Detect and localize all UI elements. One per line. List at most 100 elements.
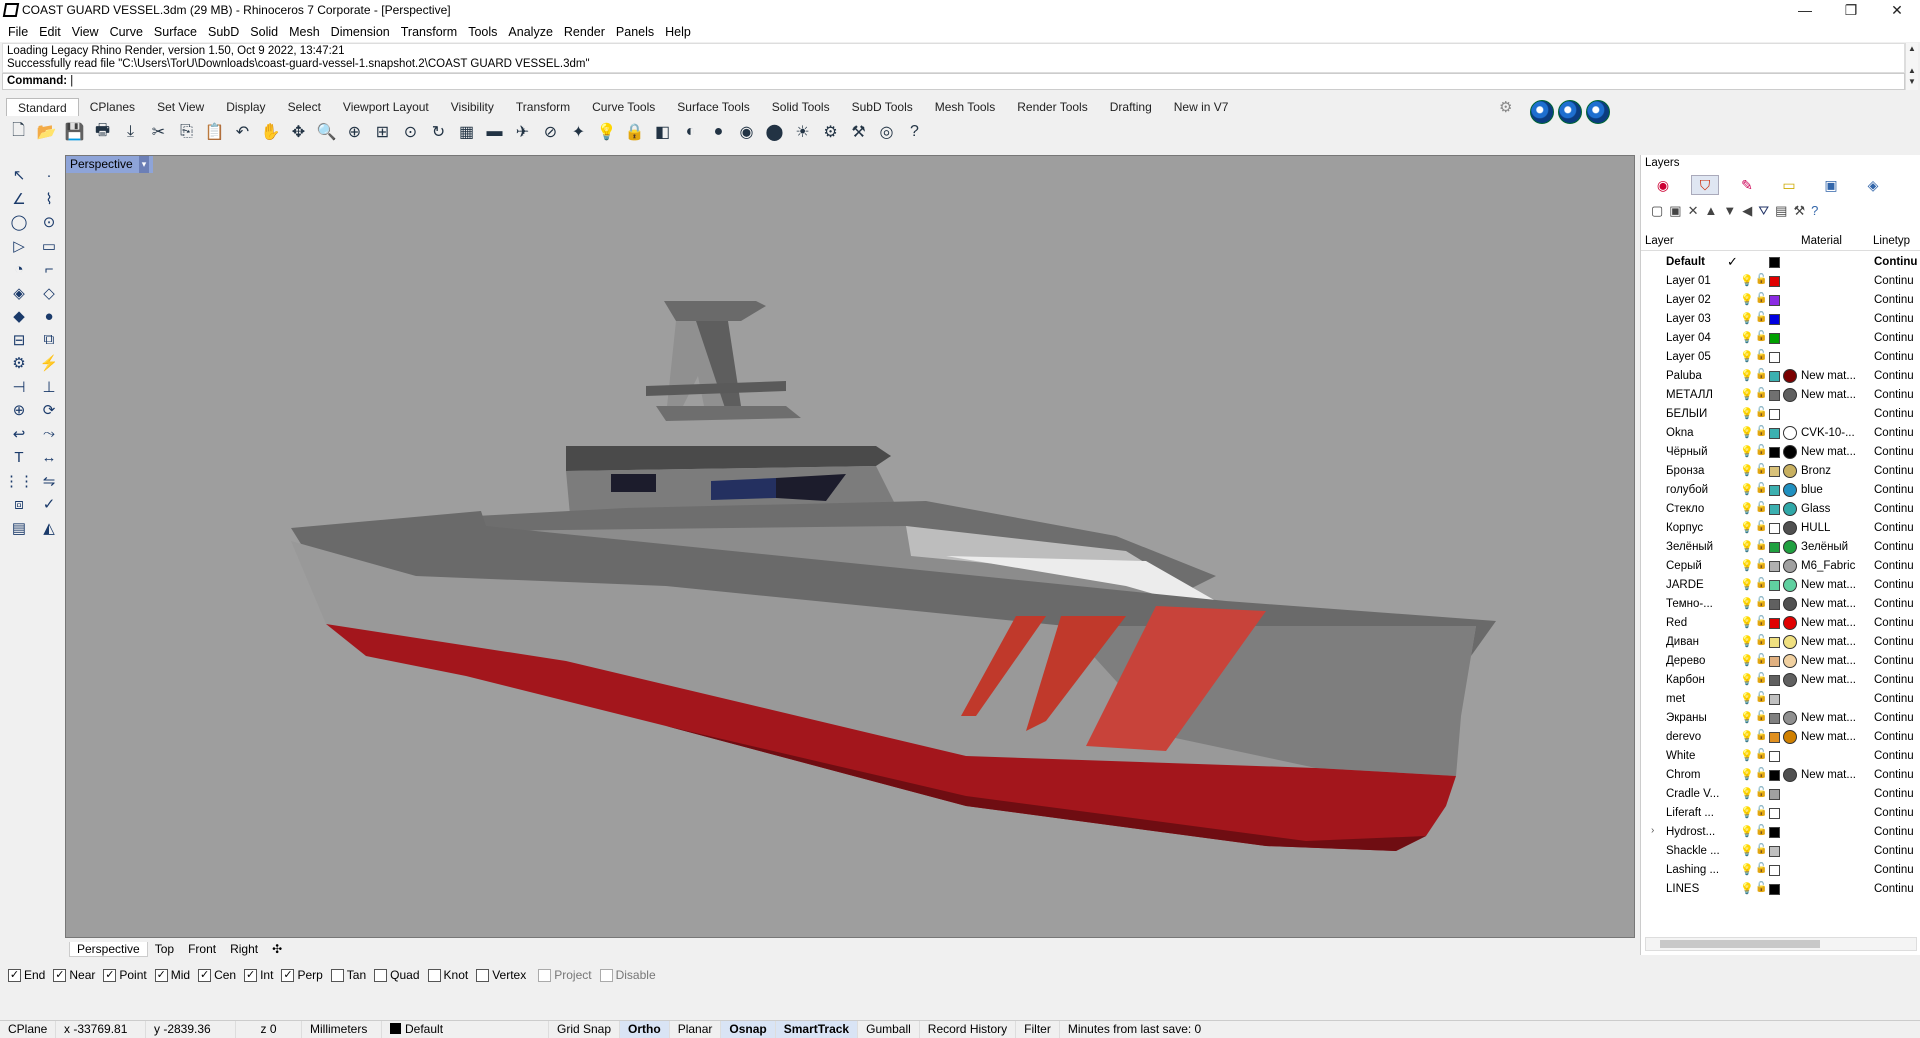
explode-icon[interactable]: ⚡ — [36, 350, 62, 376]
layer-material[interactable]: blue — [1801, 484, 1857, 496]
zoom-icon[interactable]: 🔍 — [314, 120, 339, 145]
layer-color-swatch[interactable] — [1769, 599, 1780, 610]
command-prompt[interactable]: Command: | — [2, 73, 1905, 90]
lock-icon[interactable]: 🔓 — [1755, 274, 1767, 285]
lock-icon[interactable]: 🔓 — [1755, 863, 1767, 874]
select-arrow-icon[interactable]: ↖ — [6, 162, 32, 188]
units[interactable]: Millimeters — [302, 1020, 382, 1038]
visible-bulb-icon[interactable]: 💡 — [1740, 616, 1754, 629]
viewport-tab-front[interactable]: Front — [181, 942, 223, 956]
lock-icon[interactable]: 🔓 — [1755, 768, 1767, 779]
layer-color-swatch[interactable] — [1769, 523, 1780, 534]
boolean-icon[interactable]: ⚙ — [6, 350, 32, 376]
render-settings-icon[interactable] — [1586, 100, 1610, 124]
visible-bulb-icon[interactable]: 💡 — [1740, 882, 1754, 895]
blend-icon[interactable]: ⤳ — [36, 421, 62, 447]
expand-icon[interactable]: › — [1651, 825, 1654, 836]
layer-row[interactable]: МЕТАЛЛ 💡 🔓 New mat... Continu — [1641, 386, 1920, 405]
tab-visibility[interactable]: Visibility — [440, 98, 505, 116]
layer-row[interactable]: Lashing ... 💡 🔓 Continu — [1641, 861, 1920, 880]
layer-color-swatch[interactable] — [1769, 428, 1780, 439]
layer-row[interactable]: Red 💡 🔓 New mat... Continu — [1641, 614, 1920, 633]
color-wheel-icon[interactable]: ◐ — [678, 120, 703, 145]
layer-linetype[interactable]: Continu — [1874, 332, 1920, 344]
layer-linetype[interactable]: Continu — [1874, 579, 1920, 591]
maximize-button[interactable]: ❐ — [1828, 0, 1874, 22]
visible-bulb-icon[interactable]: 💡 — [1740, 692, 1754, 705]
filter-toggle[interactable]: Filter — [1016, 1020, 1060, 1038]
visible-bulb-icon[interactable]: 💡 — [1740, 540, 1754, 553]
layer-linetype[interactable]: Continu — [1874, 864, 1920, 876]
layer-material[interactable]: Зелёный — [1801, 541, 1857, 553]
layer-state-icon[interactable]: ▤ — [1775, 203, 1787, 219]
layer-linetype[interactable]: Continu — [1874, 750, 1920, 762]
tab-drafting[interactable]: Drafting — [1099, 98, 1163, 116]
osnap-knot[interactable]: Knot — [427, 968, 468, 982]
box-icon[interactable]: ◆ — [6, 303, 32, 329]
display-tab-icon[interactable]: ✎ — [1733, 175, 1761, 195]
patch-icon[interactable]: ◇ — [36, 280, 62, 306]
layer-color-swatch[interactable] — [1769, 789, 1780, 800]
layer-row[interactable]: Зелёный 💡 🔓 Зелёный Continu — [1641, 538, 1920, 557]
osnap-checkbox[interactable] — [538, 968, 552, 982]
layer-color-swatch[interactable] — [1769, 504, 1780, 515]
layer-linetype[interactable]: Continu — [1874, 446, 1920, 458]
cplane-indicator[interactable]: CPlane — [0, 1020, 56, 1038]
move-icon[interactable]: ✥ — [286, 120, 311, 145]
lock-icon[interactable]: 🔓 — [1755, 654, 1767, 665]
layer-linetype[interactable]: Continu — [1874, 522, 1920, 534]
polygon-icon[interactable]: ▷ — [6, 233, 32, 259]
osnap-checkbox[interactable] — [374, 968, 388, 982]
layer-row[interactable]: LINES 💡 🔓 Continu — [1641, 880, 1920, 899]
layer-color-swatch[interactable] — [1769, 390, 1780, 401]
shaded-sphere-icon[interactable]: ● — [706, 120, 731, 145]
lock-icon[interactable]: 🔓 — [1755, 521, 1767, 532]
lock-icon[interactable]: 🔓 — [1755, 578, 1767, 589]
minimize-button[interactable]: — — [1782, 0, 1828, 22]
visible-bulb-icon[interactable]: 💡 — [1740, 597, 1754, 610]
lock-icon[interactable]: 🔓 — [1755, 464, 1767, 475]
menu-item-curve[interactable]: Curve — [110, 25, 143, 39]
layer-material[interactable]: New mat... — [1801, 617, 1857, 629]
layer-row[interactable]: Дерево 💡 🔓 New mat... Continu — [1641, 652, 1920, 671]
tab-transform[interactable]: Transform — [505, 98, 581, 116]
layer-material[interactable]: New mat... — [1801, 446, 1857, 458]
layer-material[interactable]: New mat... — [1801, 769, 1857, 781]
layer-row[interactable]: Layer 05 💡 🔓 Continu — [1641, 348, 1920, 367]
visible-bulb-icon[interactable]: 💡 — [1740, 730, 1754, 743]
osnap-checkbox[interactable] — [330, 968, 344, 982]
layer-row[interactable]: Default ✓ Continu — [1641, 253, 1920, 272]
snap-icon[interactable]: ✦ — [566, 120, 591, 145]
osnap-checkbox[interactable] — [476, 968, 490, 982]
layer-row[interactable]: derevo 💡 🔓 New mat... Continu — [1641, 728, 1920, 747]
perspective-viewport[interactable]: Perspective ▾ — [65, 155, 1635, 938]
layer-material[interactable]: New mat... — [1801, 731, 1857, 743]
plane-icon[interactable]: ✈ — [510, 120, 535, 145]
layer-material[interactable]: Glass — [1801, 503, 1857, 515]
options-icon[interactable]: ⚒ — [846, 120, 871, 145]
osnap-checkbox[interactable]: ✓ — [103, 968, 117, 982]
tab-cplanes[interactable]: CPlanes — [79, 98, 146, 116]
trim-icon[interactable]: ⊣ — [6, 374, 32, 400]
layer-linetype[interactable]: Continu — [1874, 769, 1920, 781]
osnap-disable[interactable]: Disable — [599, 968, 656, 982]
visible-bulb-icon[interactable]: 💡 — [1740, 350, 1754, 363]
lock-icon[interactable]: 🔓 — [1755, 293, 1767, 304]
zoom-selected-icon[interactable]: ⊙ — [398, 120, 423, 145]
layer-color-swatch[interactable] — [1769, 561, 1780, 572]
material-color-icon[interactable] — [1783, 426, 1797, 440]
layer-linetype[interactable]: Continu — [1874, 541, 1920, 553]
current-layer[interactable]: Default — [382, 1020, 549, 1038]
layer-material[interactable]: New mat... — [1801, 712, 1857, 724]
layer-linetype[interactable]: Continu — [1874, 845, 1920, 857]
lock-icon[interactable]: 🔓 — [1755, 559, 1767, 570]
layer-linetype[interactable]: Continu — [1874, 693, 1920, 705]
visible-bulb-icon[interactable]: 💡 — [1740, 673, 1754, 686]
tools-icon[interactable]: ⚒ — [1793, 203, 1805, 219]
rhino-render-icon[interactable]: ◎ — [874, 120, 899, 145]
lock-icon[interactable]: 🔓 — [1755, 730, 1767, 741]
libraries-tab-icon[interactable]: ▭ — [1775, 175, 1803, 195]
layer-row[interactable]: White 💡 🔓 Continu — [1641, 747, 1920, 766]
material-color-icon[interactable] — [1783, 369, 1797, 383]
menu-item-view[interactable]: View — [72, 25, 99, 39]
